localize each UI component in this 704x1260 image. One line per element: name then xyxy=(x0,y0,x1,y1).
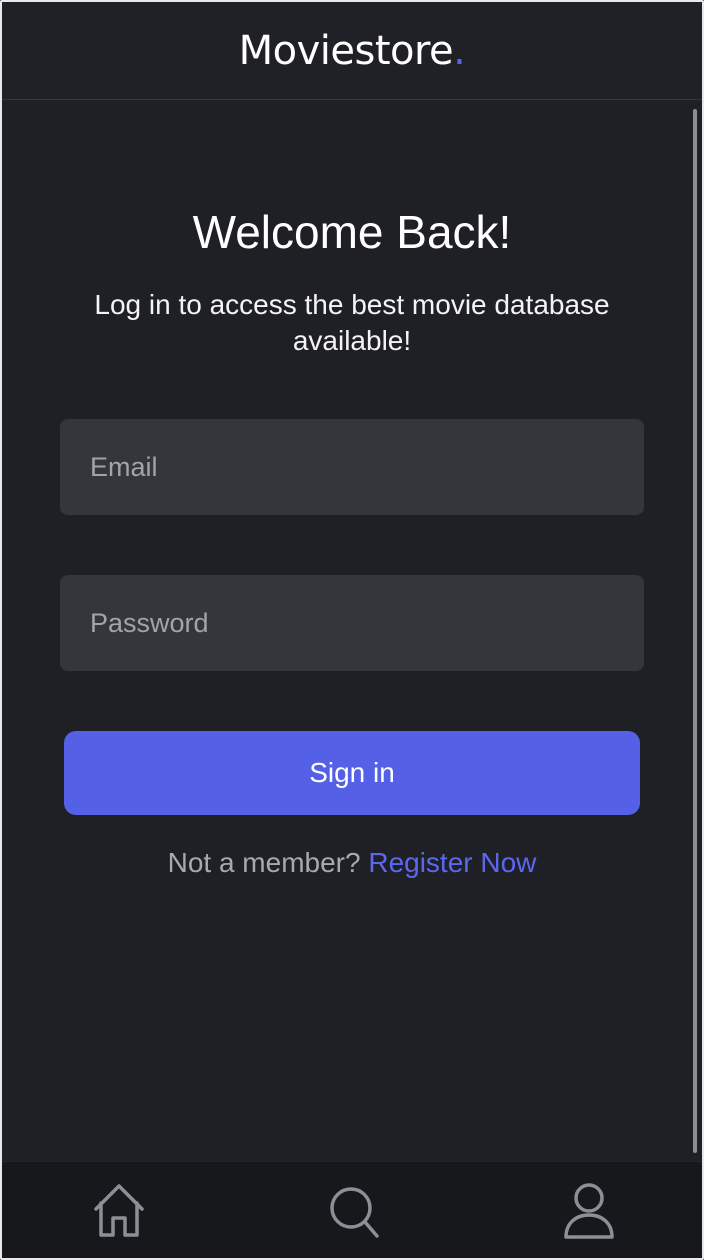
brand-logo[interactable]: Moviestore. xyxy=(239,28,466,74)
login-content: Welcome Back! Log in to access the best … xyxy=(2,101,702,1161)
brand-dot: . xyxy=(453,27,466,74)
sign-in-button[interactable]: Sign in xyxy=(64,731,640,815)
register-prompt: Not a member? Register Now xyxy=(2,847,702,879)
search-icon xyxy=(321,1180,387,1242)
nav-search-button[interactable] xyxy=(321,1180,387,1242)
page-title: Welcome Back! xyxy=(192,206,512,258)
brand-name: Moviestore xyxy=(238,27,454,74)
email-field[interactable] xyxy=(60,419,644,515)
vertical-scrollbar[interactable] xyxy=(693,109,697,1153)
nav-home-button[interactable] xyxy=(86,1180,152,1242)
member-prompt-text: Not a member? xyxy=(167,847,361,878)
register-now-link[interactable]: Register Now xyxy=(368,847,536,878)
password-field[interactable] xyxy=(60,575,644,671)
login-screen: Moviestore. Welcome Back! Log in to acce… xyxy=(0,0,704,1260)
page-subtitle: Log in to access the best movie database… xyxy=(94,289,610,356)
bottom-navigation xyxy=(2,1161,702,1258)
user-icon xyxy=(556,1180,622,1242)
top-bar: Moviestore. xyxy=(2,2,702,100)
home-icon xyxy=(86,1180,152,1242)
nav-profile-button[interactable] xyxy=(556,1180,622,1242)
